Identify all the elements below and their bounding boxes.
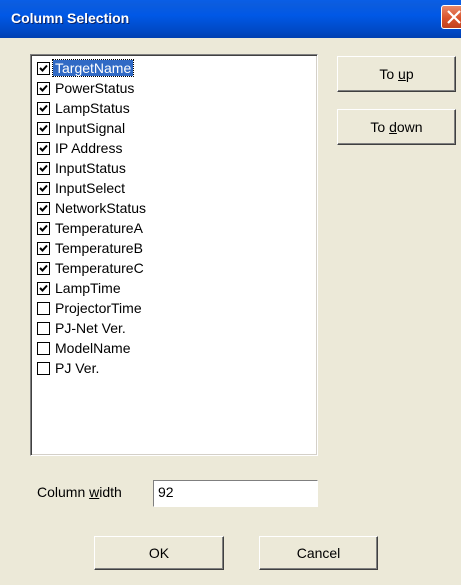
checkmark-icon [39,204,48,212]
list-item[interactable]: InputSelect [37,179,127,197]
checkbox[interactable] [37,281,50,295]
list-item[interactable]: PJ-Net Ver. [37,319,128,337]
list-item[interactable]: InputStatus [37,159,128,177]
checkmark-icon [39,184,48,192]
list-item[interactable]: IP Address [37,139,124,157]
checkbox[interactable] [37,321,50,335]
checkmark-icon [39,164,48,172]
list-item[interactable]: InputSignal [37,119,127,137]
list-item[interactable]: ModelName [37,339,132,357]
close-icon [447,10,461,24]
to-up-button[interactable]: To up [337,56,456,92]
list-item[interactable]: ProjectorTime [37,299,144,317]
checkbox[interactable] [37,141,50,155]
list-item-label: LampStatus [55,100,130,116]
checkmark-icon [39,104,48,112]
checkmark-icon [39,224,48,232]
list-item[interactable]: LampTime [37,279,123,297]
checkbox[interactable] [37,121,50,135]
list-item-label: TemperatureB [55,240,143,256]
checkbox[interactable] [37,161,50,175]
checkmark-icon [39,284,48,292]
checkmark-icon [39,264,48,272]
list-item-label: TemperatureC [55,260,144,276]
column-list[interactable]: TargetName PowerStatus LampStatus InputSign… [30,54,318,456]
list-item[interactable]: TemperatureA [37,219,145,237]
list-item-label: PJ Ver. [55,360,100,376]
list-item-label: TargetName [51,59,135,77]
list-item-label: InputSignal [55,120,126,136]
list-item[interactable]: TargetName [37,59,135,77]
title-bar[interactable]: Column Selection [0,0,461,38]
checkmark-icon [39,84,48,92]
list-item-label: LampTime [55,280,121,296]
list-item[interactable]: LampStatus [37,99,132,117]
column-width-label: Column width [37,484,122,500]
cancel-button[interactable]: Cancel [259,536,378,570]
list-item[interactable]: NetworkStatus [37,199,148,217]
checkmark-icon [39,124,48,132]
checkmark-icon [39,144,48,152]
list-item[interactable]: PowerStatus [37,79,136,97]
list-item-label: InputStatus [55,160,126,176]
list-item-label: NetworkStatus [55,200,147,216]
checkbox[interactable] [37,241,50,255]
to-down-button[interactable]: To d own [337,109,456,145]
checkbox[interactable] [37,61,50,75]
checkbox[interactable] [37,261,50,275]
ok-button[interactable]: OK [94,536,224,570]
list-item[interactable]: TemperatureB [37,239,145,257]
checkbox[interactable] [37,221,50,235]
checkbox[interactable] [37,81,50,95]
list-item-label: ProjectorTime [55,300,142,316]
checkmark-icon [39,244,48,252]
checkbox[interactable] [37,341,50,355]
checkbox[interactable] [37,201,50,215]
checkbox[interactable] [37,361,50,375]
column-width-input[interactable]: 92 [153,480,318,507]
list-item-label: ModelName [55,340,131,356]
list-item[interactable]: TemperatureC [37,259,146,277]
list-item-label: InputSelect [55,180,126,196]
list-item-label: IP Address [55,140,123,156]
checkmark-icon [39,64,48,72]
window-title: Column Selection [11,10,130,26]
checkbox[interactable] [37,101,50,115]
close-button[interactable] [441,5,461,29]
list-item-label: TemperatureA [55,220,143,236]
list-item-label: PJ-Net Ver. [55,320,126,336]
checkbox[interactable] [37,301,50,315]
list-item-label: PowerStatus [55,80,135,96]
list-item[interactable]: PJ Ver. [37,359,101,377]
checkbox[interactable] [37,181,50,195]
